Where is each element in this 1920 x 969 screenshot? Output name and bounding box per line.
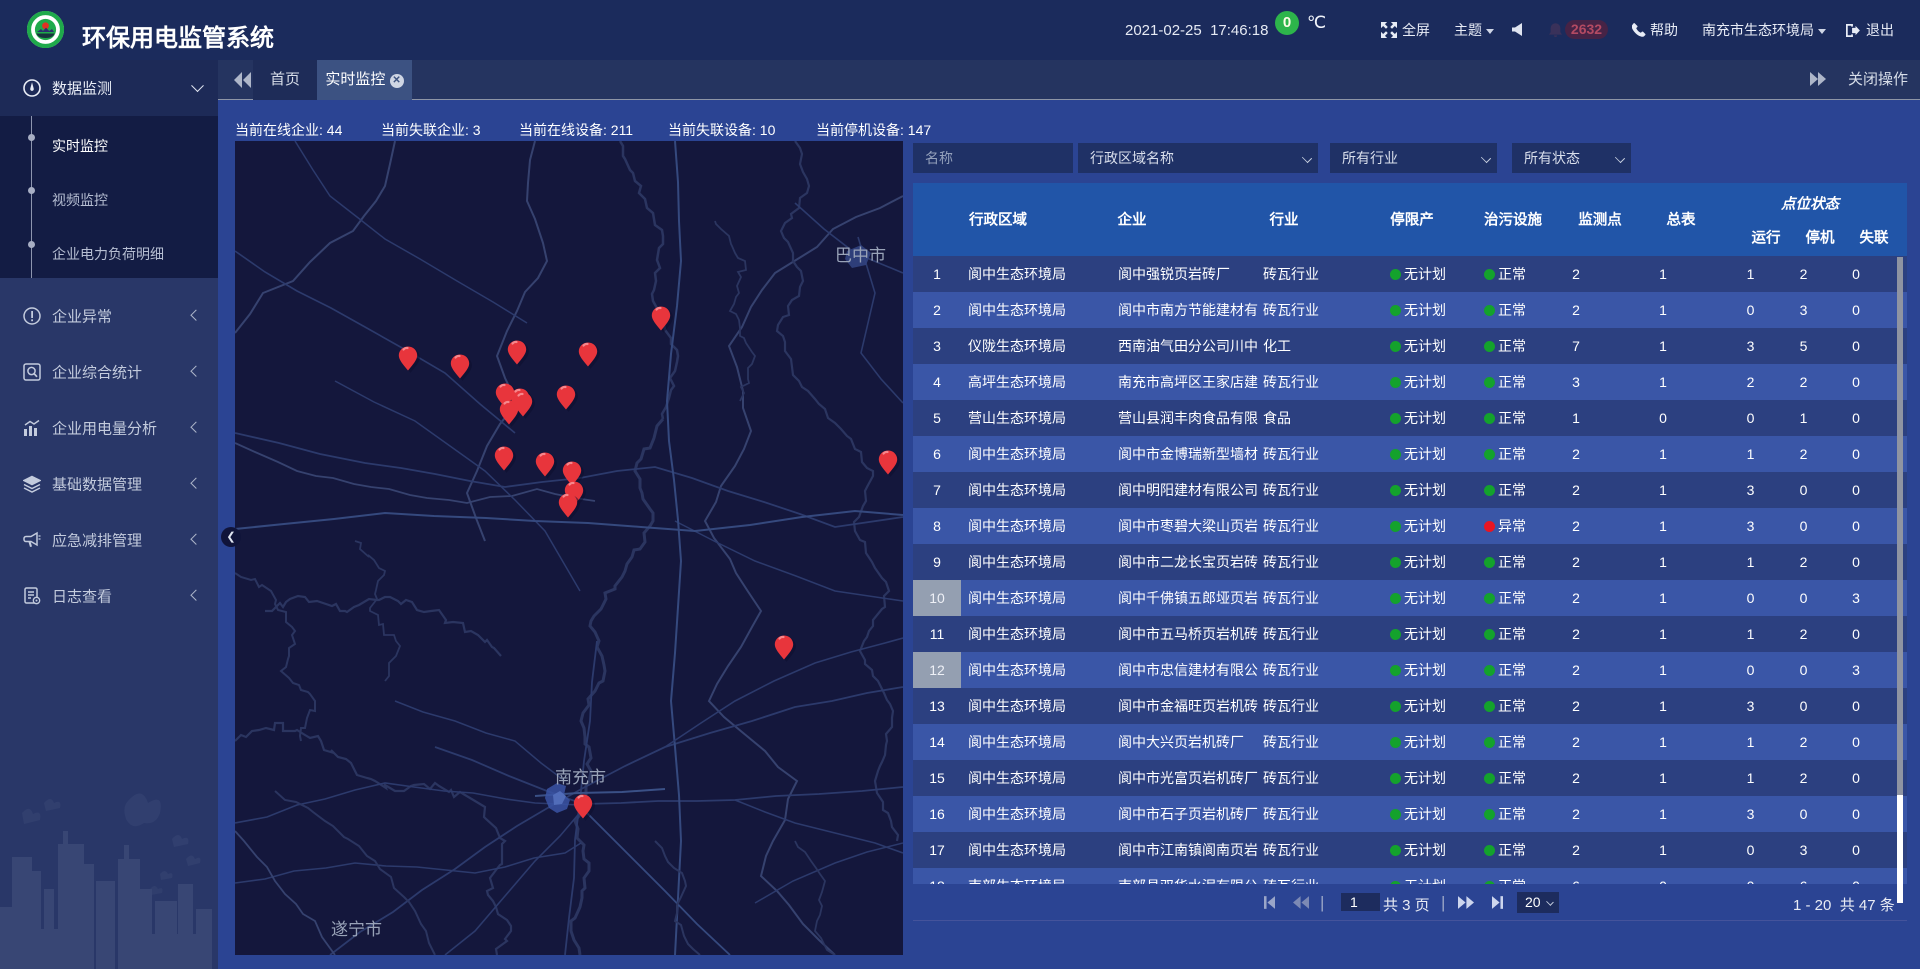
svg-text:遂宁市: 遂宁市	[331, 920, 382, 939]
svg-text:巴中市: 巴中市	[835, 246, 886, 265]
svg-text:南充市: 南充市	[555, 768, 606, 787]
